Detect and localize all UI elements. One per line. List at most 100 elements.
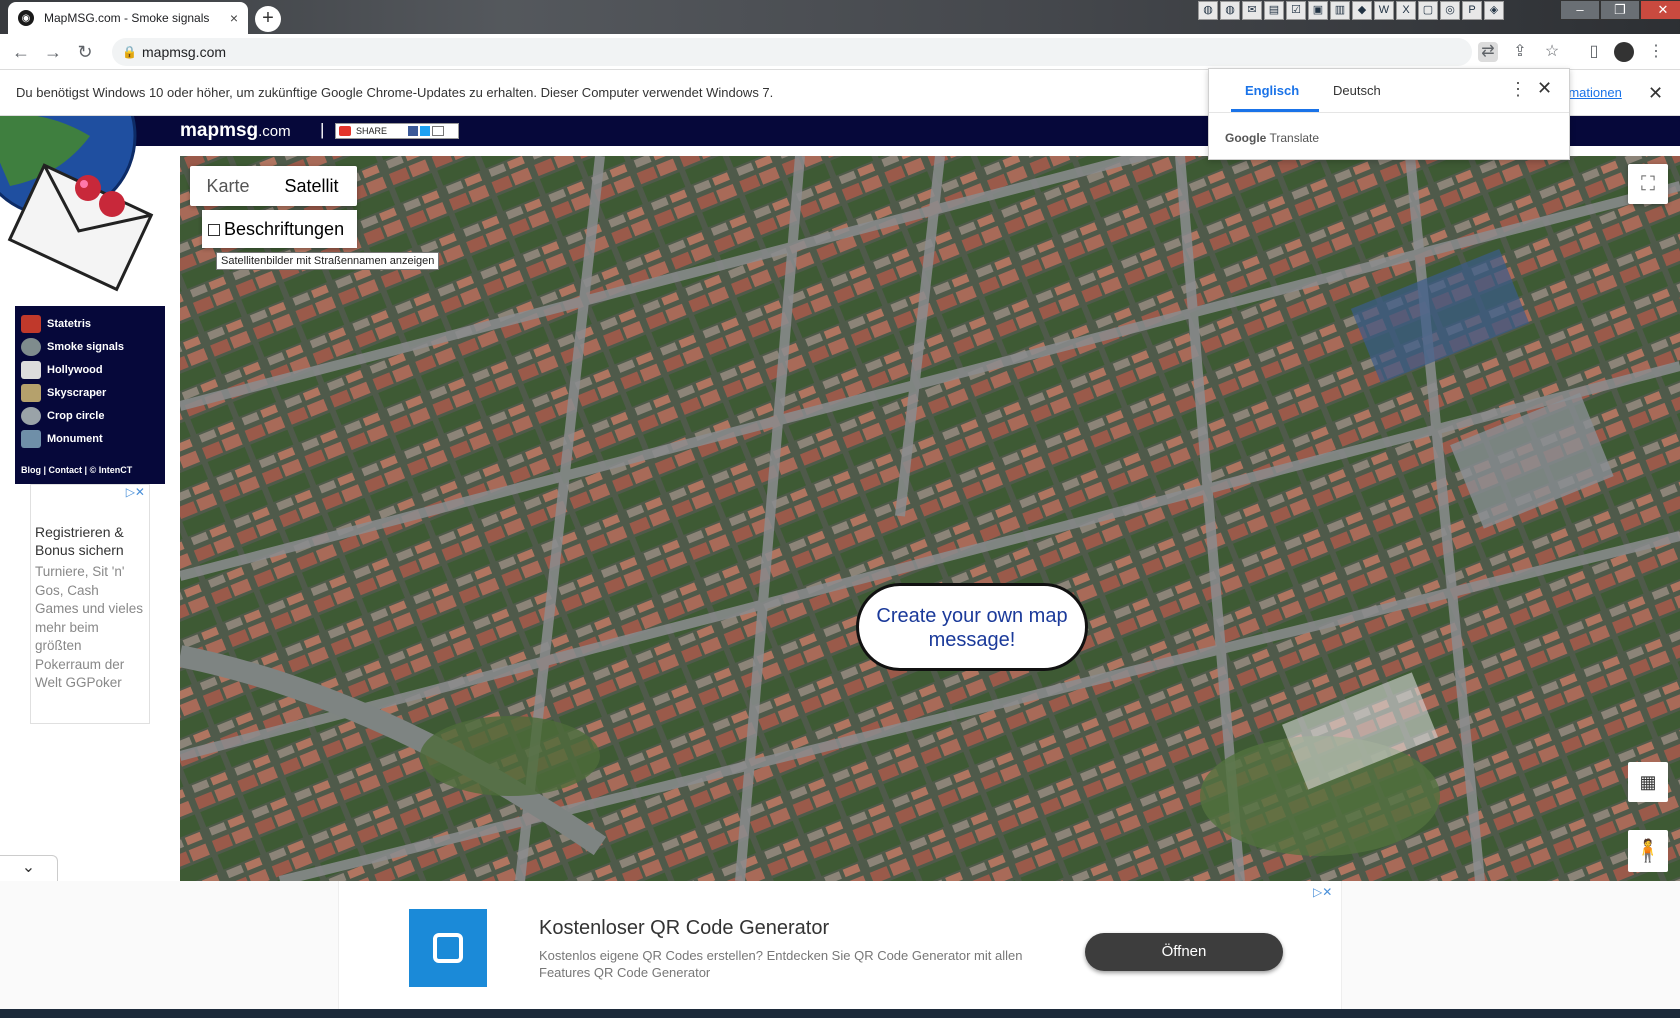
browser-tab[interactable]: ◉ MapMSG.com - Smoke signals ×	[8, 2, 248, 34]
menu-item-skyscraper[interactable]: Skyscraper	[21, 381, 159, 404]
browser-toolbar: ← → ↻ 🔒 mapmsg.com ⇄ ⇪ ☆ ▯ ⋮	[0, 34, 1680, 70]
minimize-icon[interactable]: –	[1560, 0, 1600, 20]
pegman-street-view-icon[interactable]: 🧍	[1628, 830, 1668, 872]
app-icon[interactable]: ▢	[1418, 1, 1438, 20]
translate-tab-source[interactable]: Englisch	[1245, 83, 1299, 98]
window-controls: – ❐ ✕	[1560, 0, 1680, 20]
skyscraper-icon	[21, 383, 41, 402]
app-icon[interactable]: ◍	[1220, 1, 1240, 20]
blog-link[interactable]: Blog	[21, 465, 41, 475]
menu-item-monument[interactable]: Monument	[21, 427, 159, 450]
statetris-icon	[21, 314, 41, 333]
facebook-icon[interactable]	[408, 126, 418, 136]
menu-item-label: Crop circle	[47, 409, 105, 422]
bookmark-star-icon[interactable]: ☆	[1542, 42, 1562, 62]
infobar-more-link[interactable]: rmationen	[1564, 70, 1622, 116]
qr-generator-logo[interactable]	[409, 909, 487, 987]
share-icon[interactable]: ⇪	[1510, 42, 1530, 62]
lock-icon[interactable]: 🔒	[122, 38, 137, 66]
reload-icon[interactable]: ↻	[74, 41, 96, 63]
smoke-icon	[21, 337, 41, 356]
ad-choices-icon[interactable]: ▷✕	[1313, 885, 1332, 899]
brand-translate: Translate	[1269, 131, 1320, 145]
ad-body[interactable]: Turniere, Sit 'n' Gos, Cash Games und vi…	[35, 563, 145, 693]
app-icon[interactable]: ▥	[1330, 1, 1350, 20]
maximize-icon[interactable]: ❐	[1600, 0, 1640, 20]
labels-checkbox[interactable]: Beschriftungen	[202, 210, 357, 248]
addthis-icon	[339, 126, 351, 136]
tab-strip: ◉ MapMSG.com - Smoke signals × + ◍ ◍ ✉ ▤…	[0, 0, 1680, 34]
menu-item-label: Monument	[47, 432, 103, 445]
hollywood-icon	[21, 360, 41, 379]
favicon-icon: ◉	[18, 10, 34, 26]
menu-item-label: Smoke signals	[47, 340, 125, 353]
brand-google: Google	[1225, 131, 1267, 145]
app-icon[interactable]: P	[1462, 1, 1482, 20]
map-type-karte-button[interactable]: Karte	[190, 166, 266, 206]
game-menu: Statetris Smoke signals Hollywood Skyscr…	[15, 306, 165, 484]
translate-close-icon[interactable]: ✕	[1537, 78, 1552, 99]
contact-link[interactable]: Contact	[49, 465, 83, 475]
infobar-message: Du benötigst Windows 10 oder höher, um z…	[16, 85, 774, 100]
collapse-ad-button[interactable]: ⌄	[0, 855, 58, 881]
map-type-satellit-button[interactable]: Satellit	[266, 166, 357, 206]
create-message-bubble[interactable]: Create your own map message!	[856, 583, 1088, 671]
new-tab-button[interactable]: +	[255, 6, 281, 32]
menu-item-crop-circle[interactable]: Crop circle	[21, 404, 159, 427]
copyright-link[interactable]: © IntenCT	[90, 465, 133, 475]
tab-close-icon[interactable]: ×	[230, 10, 238, 26]
address-bar[interactable]: 🔒 mapmsg.com	[112, 38, 1472, 66]
fullscreen-button[interactable]: ⛶	[1628, 164, 1668, 204]
back-icon[interactable]: ←	[10, 41, 32, 63]
infobar-close-icon[interactable]: ✕	[1648, 70, 1663, 116]
ad-headline[interactable]: Registrieren & Bonus sichern	[35, 523, 145, 559]
app-icon[interactable]: ☑	[1286, 1, 1306, 20]
translate-tab-target[interactable]: Deutsch	[1333, 83, 1381, 98]
mapmsg-logo[interactable]	[0, 116, 170, 296]
menu-item-label: Statetris	[47, 317, 92, 330]
menu-item-hollywood[interactable]: Hollywood	[21, 358, 159, 381]
ad-choices-icon[interactable]: ▷✕	[126, 485, 145, 499]
header-separator: |	[320, 120, 325, 139]
checkbox-icon[interactable]	[208, 224, 220, 236]
app-icon[interactable]: ◎	[1440, 1, 1460, 20]
bottom-ad-text[interactable]: Kostenlos eigene QR Codes erstellen? Ent…	[539, 947, 1059, 981]
bottom-ad-card[interactable]: Kostenloser QR Code Generator Kostenlos …	[338, 881, 1342, 1009]
menu-item-smoke-signals[interactable]: Smoke signals	[21, 335, 159, 358]
map-type-control: Karte Satellit	[190, 166, 357, 206]
windows-taskbar	[0, 1009, 1680, 1018]
bottom-ad-area: Kostenloser QR Code Generator Kostenlos …	[0, 881, 1680, 1009]
twitter-icon[interactable]	[420, 126, 430, 136]
url-text: mapmsg.com	[142, 44, 227, 60]
bottom-ad-title[interactable]: Kostenloser QR Code Generator	[539, 917, 829, 940]
site-tld: .com	[258, 123, 291, 140]
tilt-toggle-button[interactable]: ▦	[1628, 762, 1668, 802]
app-icon[interactable]: ◍	[1198, 1, 1218, 20]
app-icon[interactable]: ◈	[1484, 1, 1504, 20]
bottom-ad-open-button[interactable]: Öffnen	[1085, 933, 1283, 971]
menu-item-statetris[interactable]: Statetris	[21, 312, 159, 335]
labels-tooltip: Satellitenbilder mit Straßennamen anzeig…	[216, 252, 440, 270]
window-close-icon[interactable]: ✕	[1640, 0, 1680, 20]
translate-menu-icon[interactable]: ⋮	[1509, 79, 1527, 100]
app-icon[interactable]: W	[1374, 1, 1394, 20]
chrome-menu-icon[interactable]: ⋮	[1646, 42, 1666, 62]
app-icon[interactable]: ▣	[1308, 1, 1328, 20]
labels-checkbox-label: Beschriftungen	[224, 219, 345, 239]
app-icon[interactable]: ✉	[1242, 1, 1262, 20]
forward-icon[interactable]: →	[42, 41, 64, 63]
profile-avatar[interactable]	[1614, 42, 1634, 62]
google-translate-brand: Google Translate	[1225, 131, 1319, 145]
app-icon[interactable]: X	[1396, 1, 1416, 20]
sidebar-ad[interactable]: ▷✕ Registrieren & Bonus sichern Turniere…	[30, 484, 150, 724]
site-logo-text[interactable]: mapmsg.com	[180, 120, 291, 142]
side-panel-icon[interactable]: ▯	[1584, 42, 1604, 62]
translate-icon[interactable]: ⇄	[1478, 42, 1498, 62]
menu-item-label: Skyscraper	[47, 386, 107, 399]
site-name: mapmsg	[180, 120, 259, 141]
menu-item-label: Hollywood	[47, 363, 103, 376]
share-button[interactable]: SHARE	[335, 123, 459, 139]
app-icon[interactable]: ◆	[1352, 1, 1372, 20]
email-icon[interactable]	[432, 126, 444, 136]
app-icon[interactable]: ▤	[1264, 1, 1284, 20]
